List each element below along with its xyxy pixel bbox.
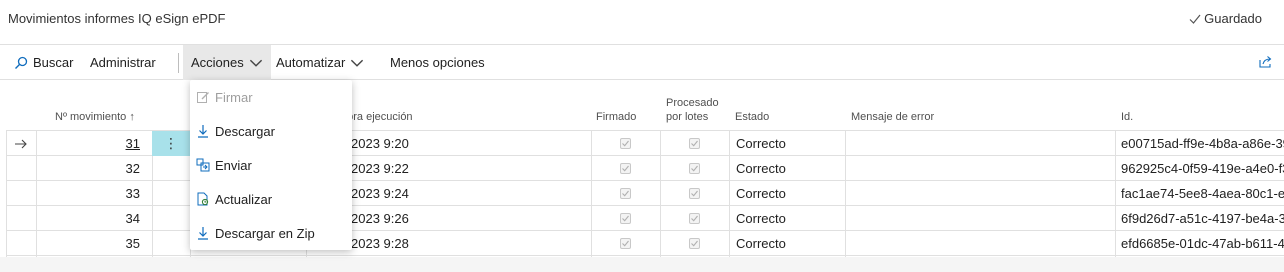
column-header-error[interactable]: Mensaje de error (851, 110, 934, 124)
batch-checkbox (689, 231, 700, 256)
search-icon (15, 56, 28, 69)
menu-item-download-zip[interactable]: Descargar en Zip (190, 216, 352, 250)
automate-label: Automatizar (276, 55, 346, 70)
column-header-batch-line2: por lotes (666, 111, 709, 123)
id-cell: efd6685e-01dc-47ab-b611-42 (1121, 236, 1284, 251)
batch-checkbox (689, 181, 700, 206)
search-label: Buscar (33, 55, 74, 70)
status-cell: Correcto (736, 211, 786, 226)
exec-time-cell: 2023 9:26 (351, 211, 409, 226)
saved-status: Guardado (1189, 11, 1262, 26)
menu-item-update[interactable]: Actualizar (190, 182, 352, 216)
manage-button[interactable]: Administrar (90, 45, 156, 80)
actions-label: Acciones (191, 55, 244, 70)
fewer-options-label: Menos opciones (390, 55, 485, 70)
saved-label: Guardado (1204, 11, 1262, 26)
page-title: Movimientos informes IQ eSign ePDF (8, 11, 226, 26)
status-cell: Correcto (736, 161, 786, 176)
menu-item-download[interactable]: Descargar (190, 114, 352, 148)
action-bar: Buscar Administrar Acciones Automatizar … (0, 44, 1284, 80)
menu-item-download-zip-label: Descargar en Zip (215, 225, 315, 241)
menu-item-sign-label: Firmar (215, 89, 253, 105)
menu-item-sign[interactable]: Firmar (190, 80, 352, 114)
column-header-batch[interactable]: Procesado por lotes (666, 96, 719, 124)
signed-checkbox (620, 231, 631, 256)
actions-dropdown-menu: Firmar Descargar Enviar Actualizar Desca… (190, 80, 352, 250)
status-cell: Correcto (736, 186, 786, 201)
entry-no-cell[interactable]: 32 (36, 156, 152, 181)
chevron-down-icon (351, 59, 364, 67)
fewer-options-button[interactable]: Menos opciones (390, 45, 485, 80)
toolbar-separator (178, 53, 179, 73)
search-button[interactable]: Buscar (14, 45, 73, 80)
check-icon (1189, 14, 1201, 24)
menu-item-send[interactable]: Enviar (190, 148, 352, 182)
sort-ascending-icon: ↑ (129, 111, 135, 123)
column-header-batch-line1: Procesado (666, 97, 719, 109)
id-cell: fac1ae74-5ee8-4aea-80c1-ed (1121, 186, 1284, 201)
download-icon (198, 227, 208, 240)
entry-no-cell[interactable]: 34 (36, 206, 152, 231)
actions-menu-button[interactable]: Acciones (183, 45, 271, 80)
signed-checkbox (620, 206, 631, 231)
batch-checkbox (689, 206, 700, 231)
entry-no-cell[interactable]: 31 (36, 131, 152, 156)
menu-item-update-label: Actualizar (215, 191, 273, 207)
column-header-signed[interactable]: Firmado (596, 110, 636, 124)
refresh-doc-icon (197, 192, 209, 206)
grid-footer (0, 257, 1284, 272)
automate-menu-button[interactable]: Automatizar (276, 45, 364, 80)
batch-checkbox (689, 131, 700, 156)
exec-time-cell: 2023 9:20 (351, 136, 409, 151)
status-cell: Correcto (736, 236, 786, 251)
exec-time-cell: 2023 9:24 (351, 186, 409, 201)
batch-checkbox (689, 156, 700, 181)
id-cell: 6f9d26d7-a51c-4197-be4a-3e (1121, 211, 1284, 226)
more-vertical-icon[interactable]: ⋮ (152, 131, 190, 156)
exec-time-cell: 2023 9:28 (351, 236, 409, 251)
id-cell: 962925c4-0f59-419e-a4e0-f3 (1121, 161, 1284, 176)
menu-item-download-label: Descargar (215, 123, 275, 139)
share-icon[interactable] (1258, 55, 1272, 69)
signed-checkbox (620, 156, 631, 181)
exec-time-cell: 2023 9:22 (351, 161, 409, 176)
menu-item-send-label: Enviar (215, 157, 252, 173)
status-cell: Correcto (736, 136, 786, 151)
edit-icon (197, 92, 209, 103)
column-header-id[interactable]: Id. (1121, 110, 1133, 124)
entry-no-cell[interactable]: 33 (36, 181, 152, 206)
manage-label: Administrar (90, 55, 156, 70)
download-icon (198, 125, 208, 138)
entry-no-cell[interactable]: 35 (36, 231, 152, 256)
arrow-right-icon (14, 131, 28, 156)
column-header-entry-no-label: Nº movimiento (55, 111, 127, 123)
chevron-down-icon (249, 59, 262, 67)
column-header-entry-no[interactable]: Nº movimiento ↑ (55, 110, 135, 124)
signed-checkbox (620, 181, 631, 206)
send-icon (196, 158, 210, 172)
column-header-status[interactable]: Estado (735, 110, 769, 124)
signed-checkbox (620, 131, 631, 156)
id-cell: e00715ad-ff9e-4b8a-a86e-39 (1121, 136, 1284, 151)
